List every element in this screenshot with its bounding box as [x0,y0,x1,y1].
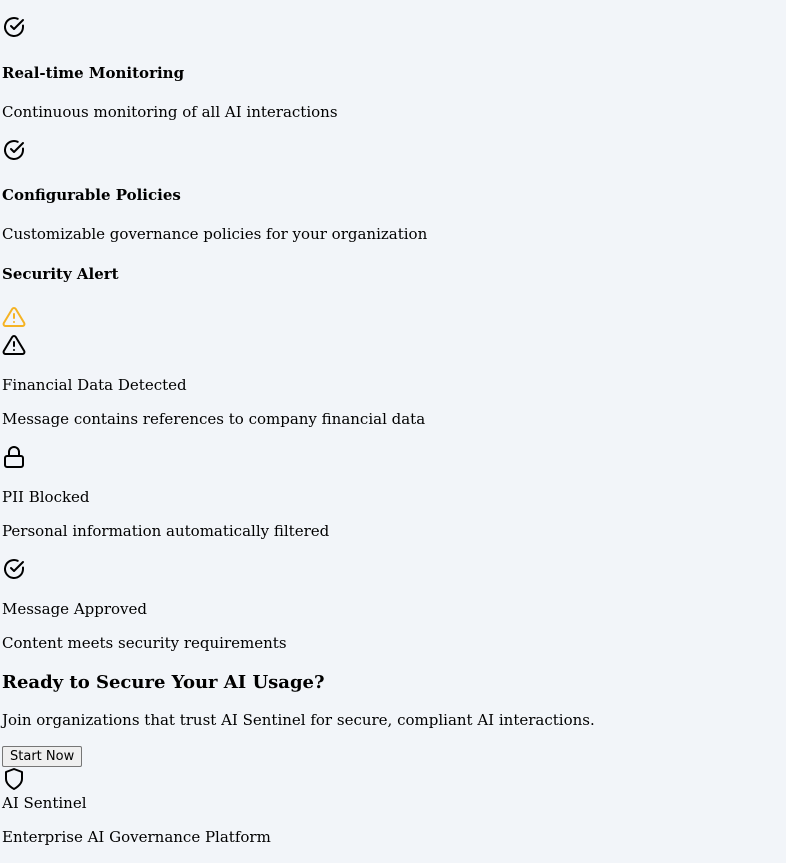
check-circle-icon [2,138,26,162]
alert-item-description: Personal information automatically filte… [2,522,330,540]
feature-title: Configurable Policies [2,186,181,204]
alert-item-description: Content meets security requirements [2,634,287,652]
warning-triangle-icon [2,333,26,357]
warning-triangle-icon [2,305,26,329]
alert-heading: Security Alert [2,265,119,283]
start-now-button[interactable]: Start Now [2,746,83,767]
feature-title: Real-time Monitoring [2,64,185,82]
footer-brand: AI Sentinel [2,794,87,812]
alert-item-title: Financial Data Detected [2,376,187,394]
page: Real-time Monitoring Continuous monitori… [0,0,786,863]
check-circle-icon [2,15,26,39]
alert-item-description: Message contains references to company f… [2,410,426,428]
lock-icon [2,445,26,469]
check-circle-icon [2,557,26,581]
alert-item-title: Message Approved [2,600,148,618]
feature-description: Continuous monitoring of all AI interact… [2,103,338,121]
shield-icon [2,767,26,791]
cta-description: Join organizations that trust AI Sentine… [2,711,595,729]
feature-description: Customizable governance policies for you… [2,225,428,243]
footer-tagline: Enterprise AI Governance Platform [2,828,271,846]
cta-title: Ready to Secure Your AI Usage? [2,672,325,693]
alert-item-title: PII Blocked [2,488,90,506]
